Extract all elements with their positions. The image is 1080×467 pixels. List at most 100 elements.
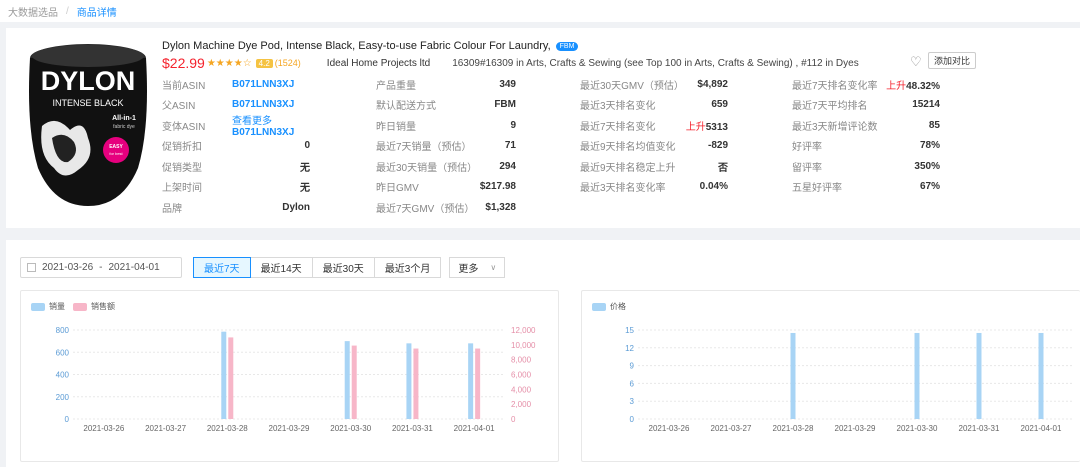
legend-swatch bbox=[73, 302, 87, 311]
rank-text: 16309#16309 in Arts, Crafts & Sewing (se… bbox=[452, 57, 859, 69]
info-value: 15214 bbox=[912, 99, 940, 111]
info-value: 659 bbox=[711, 99, 728, 111]
x-tick-label: 2021-03-30 bbox=[897, 424, 938, 433]
tab-last-3-months[interactable]: 最近3个月 bbox=[374, 257, 442, 278]
info-value: 71 bbox=[504, 140, 516, 152]
price-chart-container: 价格 0 3 6 9 12 15 2021-03-26 2021-03-27 2021-03-2… bbox=[581, 290, 1080, 462]
info-row: 最近3天新增评论数 85 bbox=[792, 115, 940, 136]
image-line3-text: fabric dye bbox=[113, 124, 135, 130]
parent-asin-link[interactable]: B071LNN3XJ bbox=[232, 99, 294, 110]
rise-indicator: 上升 bbox=[886, 80, 907, 92]
info-label: 父ASIN bbox=[162, 101, 196, 113]
info-value: 上升5313 bbox=[686, 118, 728, 133]
y-left-tick-label: 12 bbox=[625, 344, 634, 353]
date-range-picker[interactable]: 2021-03-26 - 2021-04-01 bbox=[20, 257, 182, 278]
legend-label: 销量 bbox=[49, 302, 65, 311]
info-row: 上架时间 无 bbox=[162, 177, 310, 198]
date-end[interactable]: 2021-04-01 bbox=[109, 262, 160, 273]
x-tick-label: 2021-03-28 bbox=[207, 424, 248, 433]
info-value: 349 bbox=[499, 78, 516, 90]
info-row: 最近9天排名均值变化 -829 bbox=[580, 136, 728, 157]
tab-last-30-days[interactable]: 最近30天 bbox=[312, 257, 375, 278]
period-tabs: 最近7天 最近14天 最近30天 最近3个月 更多 ∨ bbox=[193, 257, 506, 278]
info-label: 促销类型 bbox=[162, 162, 202, 174]
info-label: 最近7天销量（预估） bbox=[376, 142, 472, 154]
sales-chart-container: 销量 销售额 0 200 400 600 800 0 2,000 4,000 6,000 8,00… bbox=[20, 290, 559, 462]
info-value: 9 bbox=[510, 119, 516, 131]
more-dropdown[interactable]: 更多 ∨ bbox=[449, 257, 506, 278]
info-row: 促销类型 无 bbox=[162, 156, 310, 177]
date-start[interactable]: 2021-03-26 bbox=[42, 262, 93, 273]
info-value: 0 bbox=[304, 140, 310, 152]
info-row: 好评率 78% bbox=[792, 136, 940, 157]
x-tick-label: 2021-03-28 bbox=[773, 424, 814, 433]
breadcrumb-root[interactable]: 大数据选品 bbox=[8, 4, 58, 19]
info-column-4: 最近7天排名变化率 上升48.32% 最近7天平均排名 15214 最近3天新增评论… bbox=[792, 74, 940, 197]
y-left-tick-label: 3 bbox=[630, 397, 635, 406]
add-compare-button[interactable]: 添加对比 bbox=[928, 52, 977, 69]
legend-item-price[interactable]: 价格 bbox=[592, 301, 626, 312]
tab-last-14-days[interactable]: 最近14天 bbox=[250, 257, 313, 278]
info-row: 昨日销量 9 bbox=[376, 115, 516, 136]
bar bbox=[351, 345, 357, 419]
product-title-text: Dylon Machine Dye Pod, Intense Black, Ea… bbox=[162, 40, 551, 52]
info-label: 最近30天GMV（预估） bbox=[580, 80, 684, 92]
info-label: 昨日销量 bbox=[376, 121, 416, 133]
product-panel: DYLON INTENSE BLACK All-in-1 fabric dye … bbox=[6, 28, 1080, 228]
info-label: 最近3天新增评论数 bbox=[792, 121, 878, 133]
y-left-tick-label: 6 bbox=[630, 379, 635, 388]
favorite-heart-icon[interactable]: ♡ bbox=[910, 54, 922, 70]
info-label: 最近9天排名稳定上升 bbox=[580, 162, 676, 174]
info-label: 五星好评率 bbox=[792, 183, 842, 195]
bar bbox=[228, 337, 234, 419]
legend-item-sales-amount[interactable]: 销售额 bbox=[73, 301, 115, 312]
price-chart-legend: 价格 bbox=[592, 301, 634, 312]
view-more-link[interactable]: 查看更多 bbox=[232, 116, 272, 127]
y-left-tick-label: 0 bbox=[630, 415, 635, 424]
product-price: $22.99 bbox=[162, 55, 205, 71]
info-label: 好评率 bbox=[792, 142, 822, 154]
price-chart: 0 3 6 9 12 15 2021-03-26 2021-03-27 2021-03-28 20… bbox=[625, 326, 1072, 433]
info-label: 变体ASIN bbox=[162, 121, 206, 133]
legend-swatch bbox=[592, 302, 606, 311]
product-title: Dylon Machine Dye Pod, Intense Black, Ea… bbox=[162, 40, 579, 52]
info-row: 最近3天排名变化率 0.04% bbox=[580, 177, 728, 198]
info-row: 最近30天销量（预估） 294 bbox=[376, 156, 516, 177]
y-left-tick-label: 400 bbox=[56, 371, 70, 380]
y-left-tick-label: 600 bbox=[56, 348, 70, 357]
breadcrumb-current: 商品详情 bbox=[76, 7, 117, 19]
y-left-tick-label: 200 bbox=[56, 393, 70, 402]
breadcrumb: 大数据选品 / 商品详情 bbox=[0, 0, 1080, 22]
info-label: 上架时间 bbox=[162, 183, 202, 195]
info-value: 无 bbox=[300, 162, 310, 174]
rank-change-rate-value: 48.32% bbox=[906, 80, 940, 92]
x-tick-label: 2021-03-31 bbox=[392, 424, 433, 433]
date-separator: - bbox=[99, 262, 103, 273]
bar bbox=[976, 332, 982, 419]
bar bbox=[1038, 332, 1044, 419]
info-column-2: 产品重量 349 默认配送方式 FBM 昨日销量 9 最近7天销量（预估） 71 最近3… bbox=[376, 74, 516, 218]
bar bbox=[406, 343, 412, 419]
info-row: 最近7天GMV（预估） $1,328 bbox=[376, 197, 516, 218]
legend-label: 销售额 bbox=[91, 302, 115, 311]
seller-name[interactable]: Ideal Home Projects ltd bbox=[327, 58, 430, 69]
info-value: 78% bbox=[919, 140, 940, 152]
rise-indicator: 上升 bbox=[685, 121, 706, 133]
x-tick-label: 2021-04-01 bbox=[1021, 424, 1062, 433]
fbm-badge: FBM bbox=[555, 42, 579, 51]
info-label: 留评率 bbox=[792, 162, 822, 174]
review-count[interactable]: (1524) bbox=[275, 58, 301, 68]
current-asin-link[interactable]: B071LNN3XJ bbox=[232, 79, 294, 90]
info-value: 否 bbox=[718, 162, 728, 174]
y-right-tick-label: 12,000 bbox=[511, 326, 536, 335]
info-label: 最近7天GMV（预估） bbox=[376, 203, 475, 215]
legend-swatch bbox=[31, 302, 45, 311]
x-tick-label: 2021-03-27 bbox=[145, 424, 186, 433]
tab-last-7-days[interactable]: 最近7天 bbox=[193, 257, 251, 278]
info-row: 默认配送方式 FBM bbox=[376, 95, 516, 116]
legend-item-sales-qty[interactable]: 销量 bbox=[31, 301, 65, 312]
info-column-3: 最近30天GMV（预估） $4,892 最近3天排名变化 659 最近7天排名变化 上… bbox=[580, 74, 728, 197]
more-dropdown-label: 更多 bbox=[458, 264, 479, 275]
info-value: 294 bbox=[499, 160, 516, 172]
info-row: 最近7天平均排名 15214 bbox=[792, 95, 940, 116]
